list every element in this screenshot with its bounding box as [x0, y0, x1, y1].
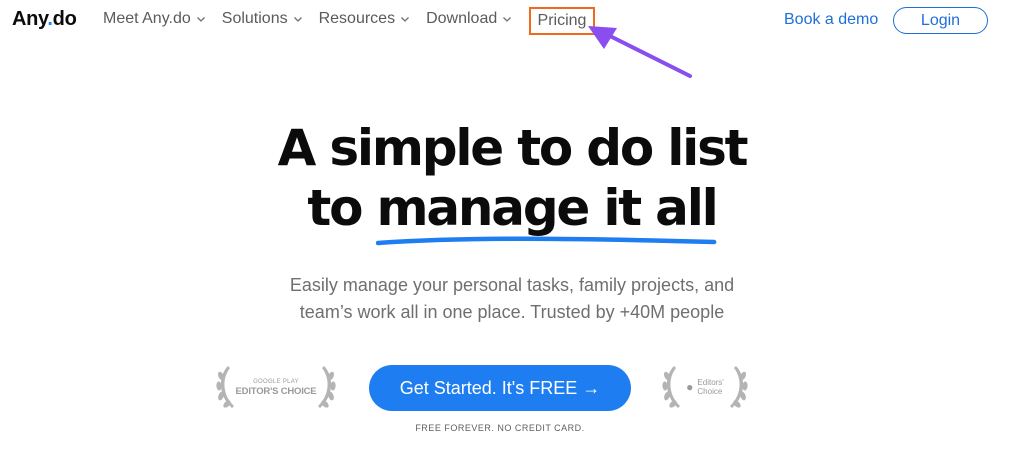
menu-item-label: Download [426, 10, 498, 27]
cta-label: Get Started. It's FREE → [399, 377, 601, 398]
menu-item-label: Meet Any.do [103, 10, 191, 27]
logo-text-tail: do [52, 8, 77, 30]
google-badge-text: GOOGLE PLAY EDITOR'S CHOICE [236, 377, 317, 397]
apple-editors-choice-badge: ● Editors' Choice [660, 362, 750, 412]
pricing-label: Pricing [537, 12, 587, 29]
top-navigation: Any.do Meet Any.do Solutions Resources D… [0, 0, 1024, 40]
get-started-button[interactable]: Get Started. It's FREE → [369, 365, 631, 411]
headline-highlight: manage it all [376, 178, 719, 246]
headline-prefix: to [307, 179, 377, 237]
chevron-down-icon [401, 17, 410, 22]
subtitle-line-2: team’s work all in one place. Trusted by… [299, 302, 725, 322]
apple-badge-label: Editors' Choice [697, 378, 723, 396]
free-forever-note: FREE FOREVER. NO CREDIT CARD. [415, 423, 585, 433]
apple-badge-line-2: Choice [697, 387, 723, 396]
menu-item-solutions[interactable]: Solutions [222, 10, 303, 28]
chevron-down-icon [196, 17, 205, 22]
google-play-editors-choice-badge: GOOGLE PLAY EDITOR'S CHOICE [214, 362, 338, 412]
annotation-arrow-icon [588, 26, 692, 78]
chevron-down-icon [503, 17, 512, 22]
underline-squiggle-icon [376, 236, 717, 246]
book-demo-link[interactable]: Book a demo [784, 11, 878, 29]
hero-headline: A simple to do list to manage it all [0, 118, 1024, 246]
menu-item-download[interactable]: Download [426, 10, 512, 28]
editors-choice-label: EDITOR'S CHOICE [235, 386, 317, 397]
apple-badge-line-1: Editors' [697, 378, 724, 387]
menu-item-resources[interactable]: Resources [319, 10, 410, 28]
menu-item-label: Solutions [221, 10, 288, 27]
headline-line-1: A simple to do list [277, 119, 749, 177]
login-label: Login [920, 11, 961, 29]
menu-item-label: Resources [318, 10, 396, 27]
apple-logo-icon: ● [686, 380, 694, 394]
subtitle-line-1: Easily manage your personal tasks, famil… [289, 275, 735, 295]
login-button[interactable]: Login [893, 7, 988, 34]
menu-item-meet-anydo[interactable]: Meet Any.do [103, 10, 206, 28]
anydo-logo[interactable]: Any.do [12, 8, 77, 31]
main-menu: Meet Any.do Solutions Resources Download [103, 10, 528, 28]
apple-badge-text: ● Editors' Choice [686, 378, 724, 396]
headline-highlight-text: manage it all [376, 179, 718, 237]
logo-text: Any [12, 8, 48, 30]
hero-subtitle: Easily manage your personal tasks, famil… [0, 272, 1024, 326]
chevron-down-icon [293, 17, 302, 22]
headline-line-2: to manage it all [0, 178, 1024, 246]
